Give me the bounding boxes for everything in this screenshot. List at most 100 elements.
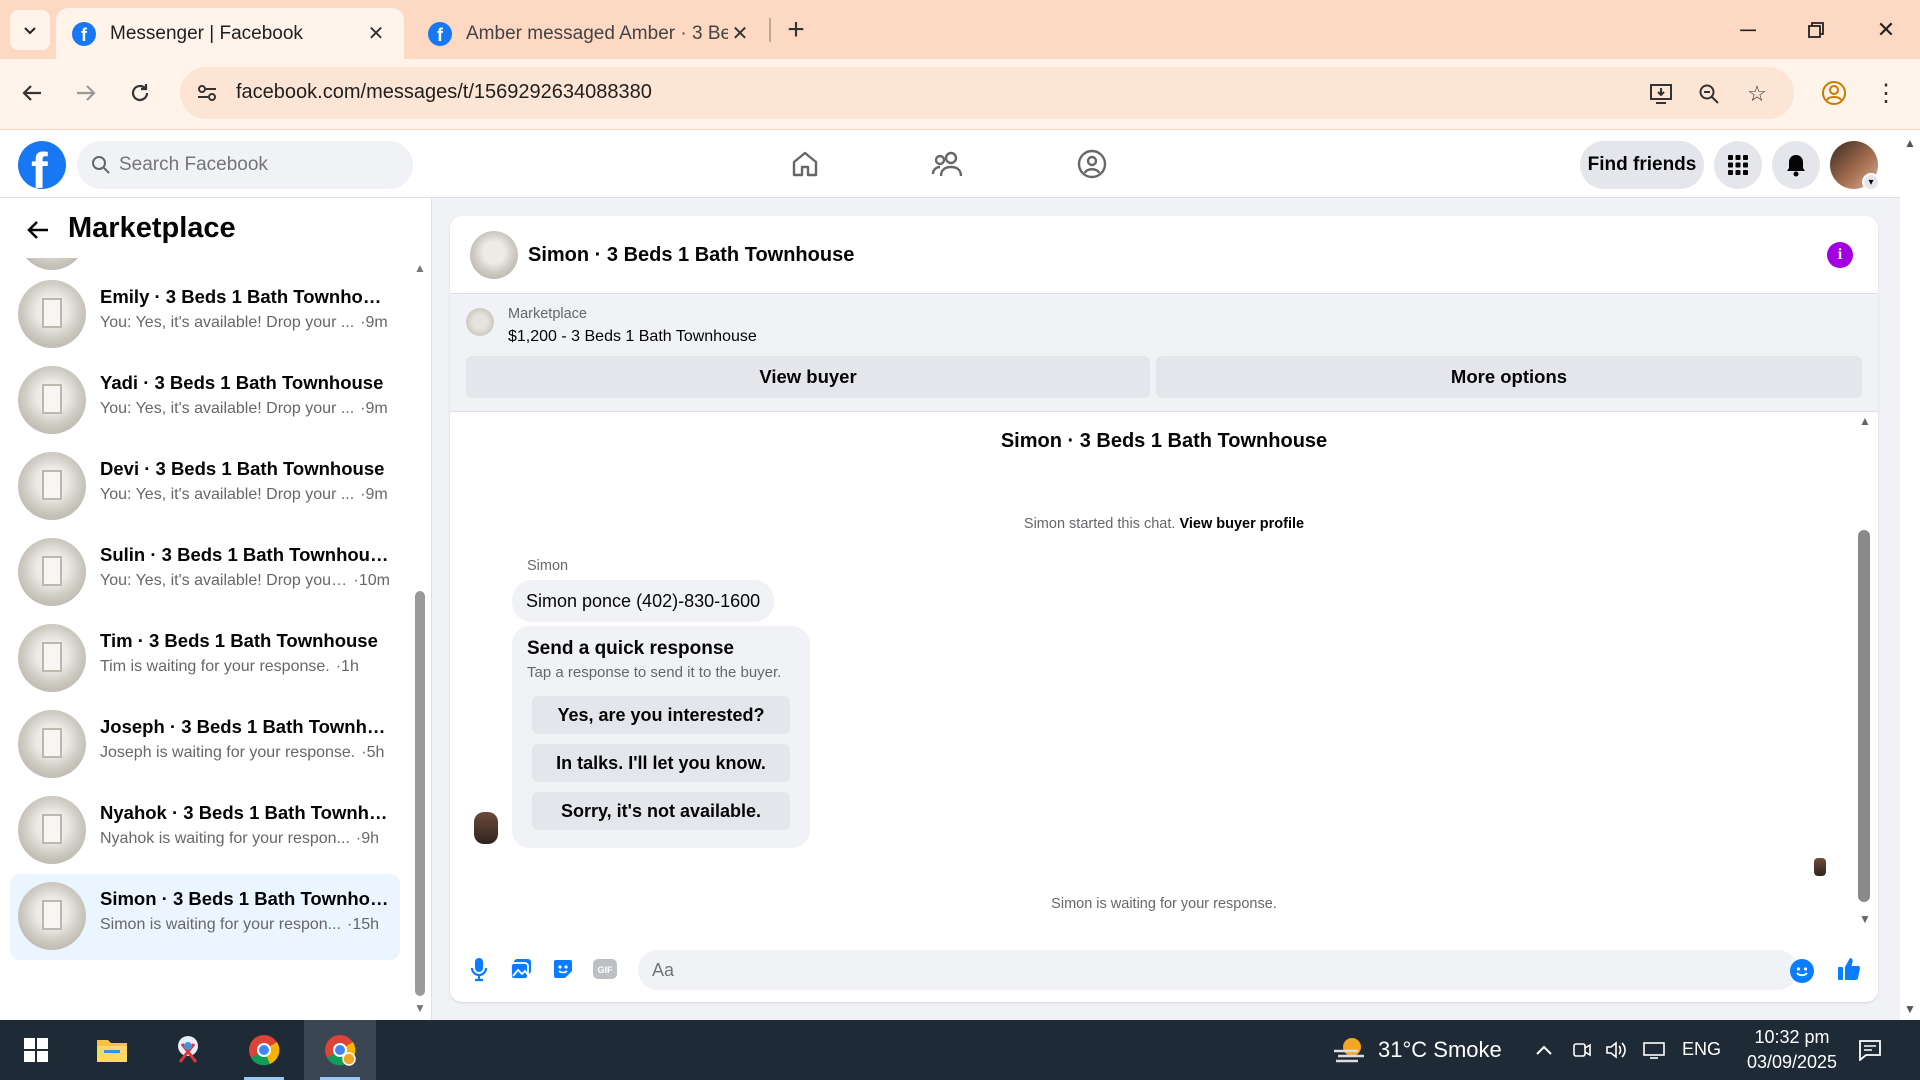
back-button[interactable] — [12, 73, 52, 113]
restore-button[interactable] — [1782, 0, 1850, 59]
seen-indicator-avatar — [1814, 858, 1826, 876]
home-nav-icon[interactable] — [785, 144, 825, 184]
address-bar[interactable]: facebook.com/messages/t/1569292634088380… — [180, 67, 1794, 119]
conversation-item[interactable]: Sulin · 3 Beds 1 Bath Townhouse You: Yes… — [10, 530, 400, 616]
close-icon[interactable]: ✕ — [728, 22, 752, 46]
quick-response-option[interactable]: Yes, are you interested? — [532, 696, 790, 734]
conversation-avatar — [18, 710, 86, 778]
volume-icon[interactable] — [1604, 1038, 1628, 1062]
notifications-button[interactable] — [1772, 141, 1820, 189]
notification-center-icon[interactable] — [1858, 1038, 1882, 1062]
sender-name: Simon — [527, 558, 569, 574]
scroll-up-arrow[interactable]: ▲ — [1903, 136, 1917, 150]
weather-text[interactable]: 31°C Smoke — [1378, 1037, 1502, 1063]
emoji-icon[interactable] — [1790, 959, 1814, 983]
thread-title: Simon · 3 Beds 1 Bath Townhouse — [1000, 430, 1328, 452]
chat-scrollbar[interactable] — [1858, 530, 1870, 902]
facebook-search[interactable] — [77, 141, 413, 189]
conversation-snippet: You: Yes, it's available! Drop your ... — [100, 486, 355, 503]
quick-response-card: Send a quick response Tap a response to … — [512, 626, 810, 848]
conversation-title: Simon · 3 Beds 1 Bath Townhouse — [100, 888, 390, 909]
reload-button[interactable] — [120, 73, 160, 113]
chat-started-notice: Simon started this chat. View buyer prof… — [450, 516, 1878, 532]
scroll-down-arrow[interactable]: ▼ — [1903, 1002, 1917, 1016]
menu-grid-button[interactable] — [1714, 141, 1762, 189]
install-app-icon[interactable] — [1646, 79, 1676, 109]
scroll-up-arrow[interactable]: ▲ — [1857, 414, 1873, 428]
more-menu-icon[interactable]: ⋮ — [1866, 73, 1906, 113]
quick-response-option[interactable]: In talks. I'll let you know. — [532, 744, 790, 782]
chat-title[interactable]: Simon · 3 Beds 1 Bath Townhouse — [528, 244, 854, 267]
search-icon — [92, 156, 110, 174]
forward-button[interactable] — [66, 73, 106, 113]
sidebar-scrollbar[interactable] — [415, 591, 425, 996]
weather-smoke-icon[interactable] — [1332, 1034, 1368, 1066]
conversation-time: 5h — [366, 744, 385, 761]
tab-search-button[interactable] — [10, 10, 50, 50]
conversation-item[interactable]: Emily · 3 Beds 1 Bath Townhouse You: Yes… — [10, 272, 400, 358]
view-buyer-profile-link[interactable]: View buyer profile — [1179, 516, 1304, 532]
clock-time[interactable]: 10:32 pm — [1746, 1027, 1838, 1048]
message-input[interactable] — [638, 950, 1798, 990]
close-window-button[interactable]: ✕ — [1852, 0, 1920, 59]
message-bubble[interactable]: Simon ponce (402)-830-1600 — [512, 580, 775, 622]
info-icon[interactable]: i — [1827, 242, 1853, 268]
url-text[interactable]: facebook.com/messages/t/1569292634088380 — [236, 81, 652, 104]
groups-nav-icon[interactable] — [1072, 144, 1112, 184]
more-options-button[interactable]: More options — [1156, 356, 1862, 398]
bookmark-star-icon[interactable]: ☆ — [1742, 79, 1772, 109]
scroll-up-arrow[interactable]: ▲ — [412, 262, 428, 274]
chrome-icon — [249, 1035, 280, 1066]
conversation-avatar — [18, 538, 86, 606]
sticker-icon[interactable] — [548, 954, 578, 984]
microphone-icon[interactable] — [464, 954, 494, 984]
chat-avatar[interactable] — [470, 231, 518, 279]
language-indicator[interactable]: ENG — [1682, 1039, 1721, 1060]
thumbs-up-icon[interactable] — [1834, 954, 1864, 984]
gif-icon[interactable]: GIF — [590, 954, 620, 984]
page-scrollbar[interactable]: ▲ ▼ — [1900, 130, 1920, 1020]
chevron-up-icon[interactable] — [1532, 1038, 1556, 1062]
scroll-down-arrow[interactable]: ▼ — [412, 1002, 428, 1014]
facebook-logo[interactable]: f — [18, 141, 66, 189]
chrome-app[interactable] — [228, 1020, 300, 1080]
conversation-item[interactable]: Tim · 3 Beds 1 Bath Townhouse Tim is wai… — [10, 616, 400, 702]
close-icon[interactable]: ✕ — [364, 22, 388, 46]
search-input[interactable] — [119, 141, 399, 189]
zoom-icon[interactable] — [1694, 79, 1724, 109]
start-button[interactable] — [0, 1020, 72, 1080]
snipping-tool-app[interactable] — [152, 1020, 224, 1080]
marketplace-sidebar: Marketplace Emily · 3 Beds 1 Bath Townho… — [0, 198, 432, 1020]
minimize-button[interactable]: ─ — [1714, 0, 1782, 59]
conversation-title: Tim · 3 Beds 1 Bath Townhouse — [100, 630, 378, 651]
find-friends-button[interactable]: Find friends — [1580, 141, 1704, 189]
file-explorer-app[interactable] — [76, 1020, 148, 1080]
account-avatar[interactable]: ▾ — [1830, 141, 1880, 191]
conversation-avatar — [18, 452, 86, 520]
view-buyer-button[interactable]: View buyer — [466, 356, 1150, 398]
photo-icon[interactable] — [506, 954, 536, 984]
meet-now-icon[interactable] — [1570, 1038, 1594, 1062]
tab-messenger[interactable]: f Messenger | Facebook ✕ — [56, 8, 404, 59]
back-arrow-button[interactable] — [22, 214, 54, 246]
friends-nav-icon[interactable] — [928, 144, 968, 184]
conversation-item-selected[interactable]: Simon · 3 Beds 1 Bath Townhouse Simon is… — [10, 874, 400, 960]
quick-response-option[interactable]: Sorry, it's not available. — [532, 792, 790, 830]
new-tab-button[interactable]: + — [778, 12, 814, 48]
site-info-icon[interactable] — [194, 80, 220, 106]
conversation-item[interactable]: Yadi · 3 Beds 1 Bath Townhouse You: Yes,… — [10, 358, 400, 444]
network-icon[interactable] — [1642, 1038, 1666, 1062]
listing-title[interactable]: $1,200 - 3 Beds 1 Bath Townhouse — [508, 328, 757, 346]
conversation-avatar — [18, 366, 86, 434]
tab-amber-message[interactable]: f Amber messaged Amber · 3 Beds 1 Bath T… — [412, 8, 768, 59]
message-thread: Simon · 3 Beds 1 Bath Townhouse Simon st… — [450, 412, 1878, 932]
conversation-snippet: You: Yes, it's available! Drop your ... — [100, 314, 355, 331]
clock-date[interactable]: 03/09/2025 — [1736, 1052, 1848, 1073]
conversation-item[interactable]: Nyahok · 3 Beds 1 Bath Townho... Nyahok … — [10, 788, 400, 874]
conversation-item[interactable]: Devi · 3 Beds 1 Bath Townhouse You: Yes,… — [10, 444, 400, 530]
reload-icon — [131, 84, 149, 102]
scroll-down-arrow[interactable]: ▼ — [1857, 912, 1873, 926]
profile-icon[interactable] — [1814, 73, 1854, 113]
chrome-profile-app[interactable] — [304, 1020, 376, 1080]
conversation-item[interactable]: Joseph · 3 Beds 1 Bath Townhou... Joseph… — [10, 702, 400, 788]
